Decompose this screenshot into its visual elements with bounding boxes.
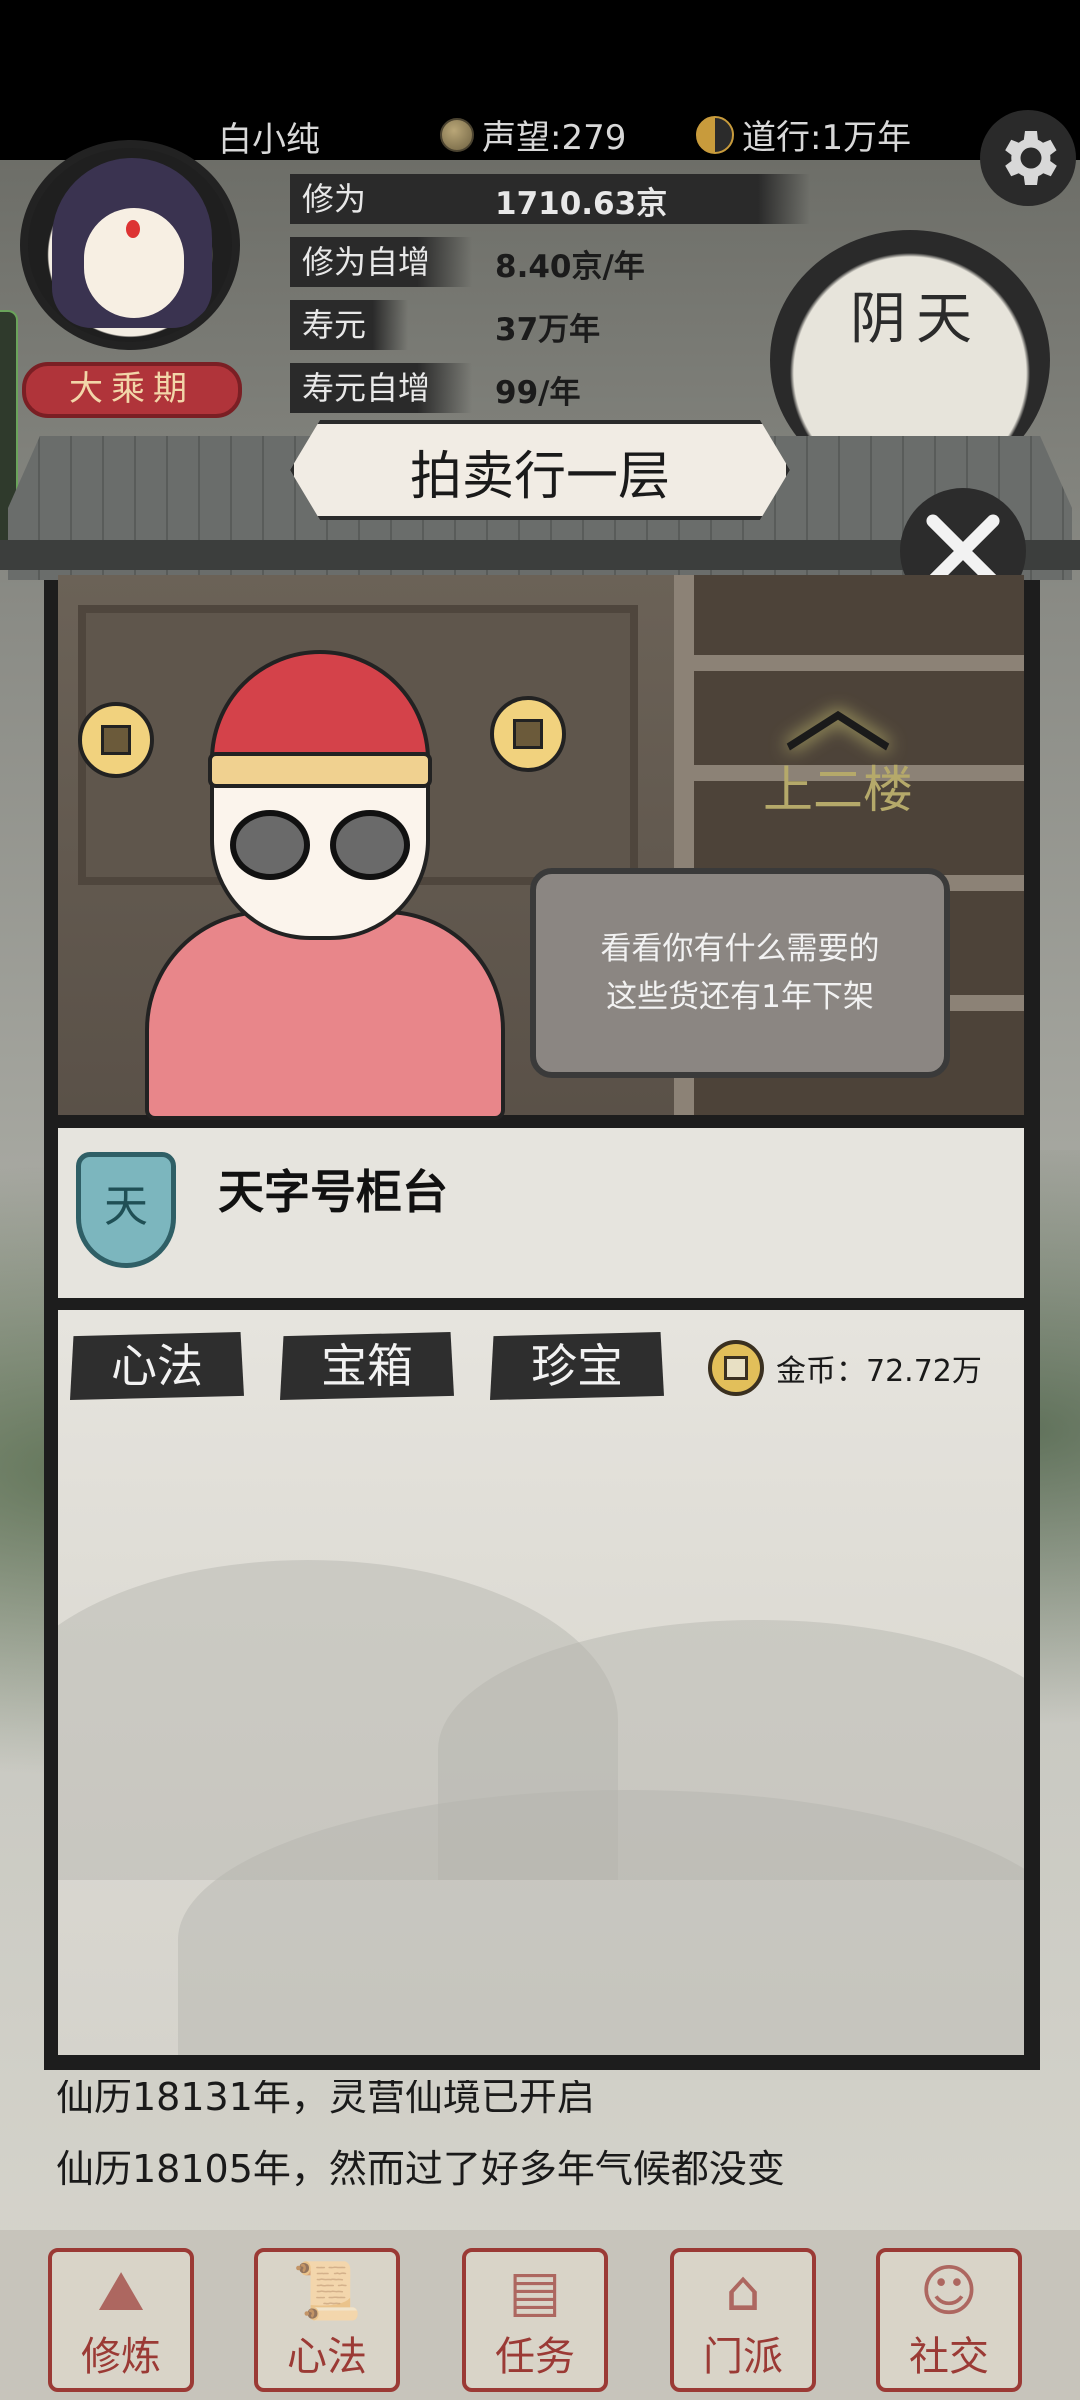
bottom-navigation: ⛰ 修炼 📜 心法 ▤ 任务 ⌂ 门派 ☺ 社交 <box>0 2230 1080 2400</box>
stat-label: 修为自增 <box>290 237 473 287</box>
reputation-value: 声望:279 <box>482 118 627 158</box>
cultivate-icon: ⛰ <box>97 2259 145 2324</box>
chevron-up-icon: ︿ <box>783 641 893 769</box>
stat-row-cultivation: 修为 1710.63京 <box>290 168 810 231</box>
scroll-icon: 📜 <box>292 2259 362 2324</box>
nav-label: 修炼 <box>81 2334 161 2380</box>
stat-label: 寿元 <box>290 300 409 350</box>
nav-label: 心法 <box>287 2334 367 2380</box>
task-icon: ▤ <box>508 2259 562 2324</box>
player-stats: 修为 1710.63京 修为自增 8.40京/年 寿元 37万年 寿元自增 99… <box>290 168 810 420</box>
log-line: 仙历18131年，灵营仙境已开启 <box>56 2080 595 2119</box>
event-log: 仙历18131年，灵营仙境已开启 仙历18105年，然而过了好多年气候都没变 <box>18 2080 1062 2210</box>
nav-mental-method[interactable]: 📜 心法 <box>254 2248 400 2392</box>
tab-treasure-chest[interactable]: 宝箱 <box>280 1332 454 1400</box>
panel-title: 拍卖行一层 <box>409 447 670 507</box>
speech-line: 这些货还有1年下架 <box>606 979 874 1015</box>
coin-icon <box>78 702 154 778</box>
nav-task[interactable]: ▤ 任务 <box>462 2248 608 2392</box>
nav-cultivate[interactable]: ⛰ 修炼 <box>48 2248 194 2392</box>
dao-stat: 道行:1万年 <box>696 110 911 159</box>
nav-label: 任务 <box>495 2334 575 2380</box>
player-avatar[interactable] <box>20 140 240 350</box>
realm-badge: 大乘期 <box>22 362 242 418</box>
nav-label: 社交 <box>909 2334 989 2380</box>
stat-row-lifespan: 寿元 37万年 <box>290 294 810 357</box>
counter-title: 天字号柜台 <box>218 1165 448 1219</box>
sect-icon: ⌂ <box>725 2259 761 2324</box>
tab-mental-method[interactable]: 心法 <box>70 1332 244 1400</box>
speech-line: 看看你有什么需要的 <box>600 931 880 967</box>
tab-treasure[interactable]: 珍宝 <box>490 1332 664 1400</box>
nav-label: 门派 <box>703 2334 783 2380</box>
stat-value: 99/年 <box>495 375 581 411</box>
dao-value: 道行:1万年 <box>742 118 912 158</box>
log-line: 仙历18105年，然而过了好多年气候都没变 <box>56 2147 785 2191</box>
coin-icon <box>490 696 566 772</box>
reputation-icon <box>440 117 474 152</box>
social-icon: ☺ <box>919 2259 979 2324</box>
shield-icon: 天 <box>76 1152 176 1268</box>
gold-balance: 金币：72.72万 <box>708 1340 982 1396</box>
nav-social[interactable]: ☺ 社交 <box>876 2248 1022 2392</box>
category-tabs: 心法 宝箱 珍宝 <box>70 1332 664 1400</box>
stat-value: 37万年 <box>495 312 601 348</box>
gold-coin-icon <box>708 1340 764 1396</box>
upstairs-label: 上二楼 <box>763 761 913 819</box>
upstairs-button[interactable]: ︿ 上二楼 <box>728 650 948 830</box>
settings-gear-icon[interactable] <box>980 110 1076 206</box>
merchant-npc[interactable] <box>140 640 510 1120</box>
stat-label: 寿元自增 <box>290 363 473 413</box>
nav-sect[interactable]: ⌂ 门派 <box>670 2248 816 2392</box>
weather-label: 阴天 <box>850 287 982 352</box>
npc-speech-bubble: 看看你有什么需要的 这些货还有1年下架 <box>530 868 950 1078</box>
gold-value: 金币：72.72万 <box>776 1354 982 1389</box>
goods-area: 心法 宝箱 珍宝 金币：72.72万 <box>58 1310 1024 2055</box>
player-name: 白小纯 <box>218 120 320 160</box>
stat-row-lifespan-rate: 寿元自增 99/年 <box>290 357 810 420</box>
counter-header: 天 天字号柜台 <box>58 1128 1024 1298</box>
stat-value: 8.40京/年 <box>495 249 645 285</box>
stat-value: 1710.63京 <box>495 186 668 222</box>
yin-yang-icon <box>696 115 734 154</box>
stat-row-cultivation-rate: 修为自增 8.40京/年 <box>290 231 810 294</box>
reputation-stat: 声望:279 <box>440 110 626 159</box>
